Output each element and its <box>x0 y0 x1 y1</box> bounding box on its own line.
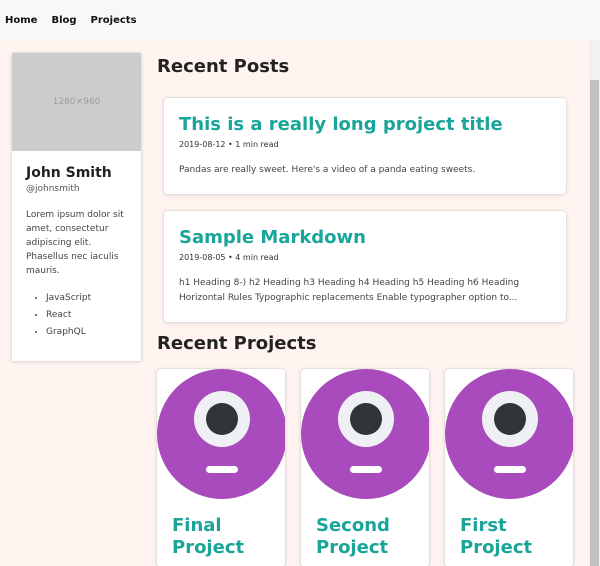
profile-name: John Smith <box>26 165 112 181</box>
post-excerpt: Pandas are really sweet. Here's a video … <box>179 165 476 175</box>
post-meta: 2019-08-05 • 4 min read <box>179 253 279 262</box>
post-title[interactable]: This is a really long project title <box>179 114 551 136</box>
nav-home-link[interactable]: Home <box>5 15 37 26</box>
project-monster-icon <box>157 369 285 499</box>
top-navigation: Home Blog Projects <box>0 0 600 40</box>
project-title[interactable]: Second Project <box>316 515 429 559</box>
post-title[interactable]: Sample Markdown <box>179 227 551 249</box>
scrollbar-thumb[interactable] <box>590 80 599 566</box>
skill-item: JavaScript <box>46 290 141 307</box>
nav-blog-link[interactable]: Blog <box>51 15 76 26</box>
project-monster-icon <box>445 369 573 499</box>
profile-image-placeholder: 1280×960 <box>12 53 141 151</box>
nav-projects-link[interactable]: Projects <box>91 15 137 26</box>
project-title[interactable]: First Project <box>460 515 573 559</box>
recent-posts-heading: Recent Posts <box>157 56 290 77</box>
skills-list: JavaScript React GraphQL <box>46 290 141 341</box>
project-monster-icon <box>301 369 429 499</box>
profile-bio: Lorem ipsum dolor sit amet, consectetur … <box>26 210 124 276</box>
post-meta: 2019-08-12 • 1 min read <box>179 140 279 149</box>
project-card[interactable]: Final Project <box>156 368 286 566</box>
project-card[interactable]: First Project <box>444 368 574 566</box>
post-card[interactable]: Sample Markdown 2019-08-05 • 4 min read … <box>163 210 567 323</box>
recent-projects-heading: Recent Projects <box>157 333 317 354</box>
post-excerpt: h1 Heading 8-) h2 Heading h3 Heading h4 … <box>179 278 520 303</box>
profile-card: 1280×960 John Smith @johnsmith Lorem ips… <box>11 52 142 362</box>
project-card[interactable]: Second Project <box>300 368 430 566</box>
post-card[interactable]: This is a really long project title 2019… <box>163 97 567 195</box>
skill-item: React <box>46 307 141 324</box>
skill-item: GraphQL <box>46 324 141 341</box>
project-title[interactable]: Final Project <box>172 515 285 559</box>
profile-handle: @johnsmith <box>26 184 80 194</box>
